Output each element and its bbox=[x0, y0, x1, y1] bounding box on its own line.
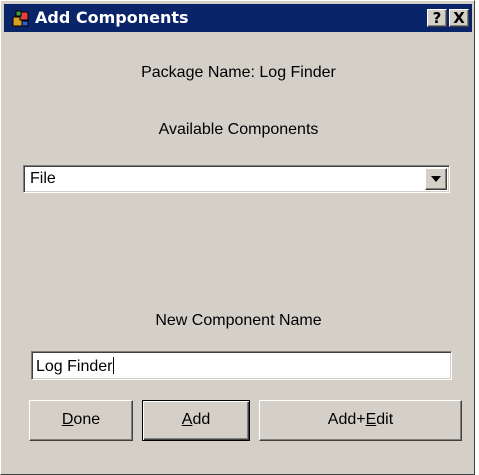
new-component-name-label: New Component Name bbox=[155, 312, 322, 329]
available-components-dropdown[interactable]: File bbox=[23, 165, 450, 193]
new-component-name-input[interactable]: Log Finder bbox=[31, 351, 452, 380]
close-button[interactable]: X bbox=[449, 9, 469, 27]
dropdown-arrow-button[interactable] bbox=[425, 168, 447, 190]
package-name-label: Package Name: Log Finder bbox=[141, 64, 336, 81]
dropdown-selected-value: File bbox=[30, 170, 56, 187]
add-edit-button[interactable]: Add+Edit bbox=[259, 400, 462, 441]
done-button[interactable]: Done bbox=[29, 400, 133, 441]
add-button[interactable]: Add bbox=[142, 400, 250, 441]
text-caret bbox=[112, 357, 114, 374]
available-components-label: Available Components bbox=[158, 121, 319, 138]
done-mnemonic: D bbox=[61, 411, 74, 428]
package-icon bbox=[12, 10, 29, 27]
help-button[interactable]: ? bbox=[427, 9, 447, 27]
add-edit-mnemonic: E bbox=[365, 411, 377, 428]
chevron-down-icon bbox=[431, 176, 441, 182]
window-title: Add Components bbox=[35, 8, 189, 27]
add-mnemonic: A bbox=[181, 411, 193, 428]
title-bar[interactable]: Add Components ? X bbox=[4, 4, 472, 32]
input-value: Log Finder bbox=[36, 358, 113, 375]
add-components-dialog: Add Components ? X Package Name: Log Fin… bbox=[0, 0, 475, 475]
